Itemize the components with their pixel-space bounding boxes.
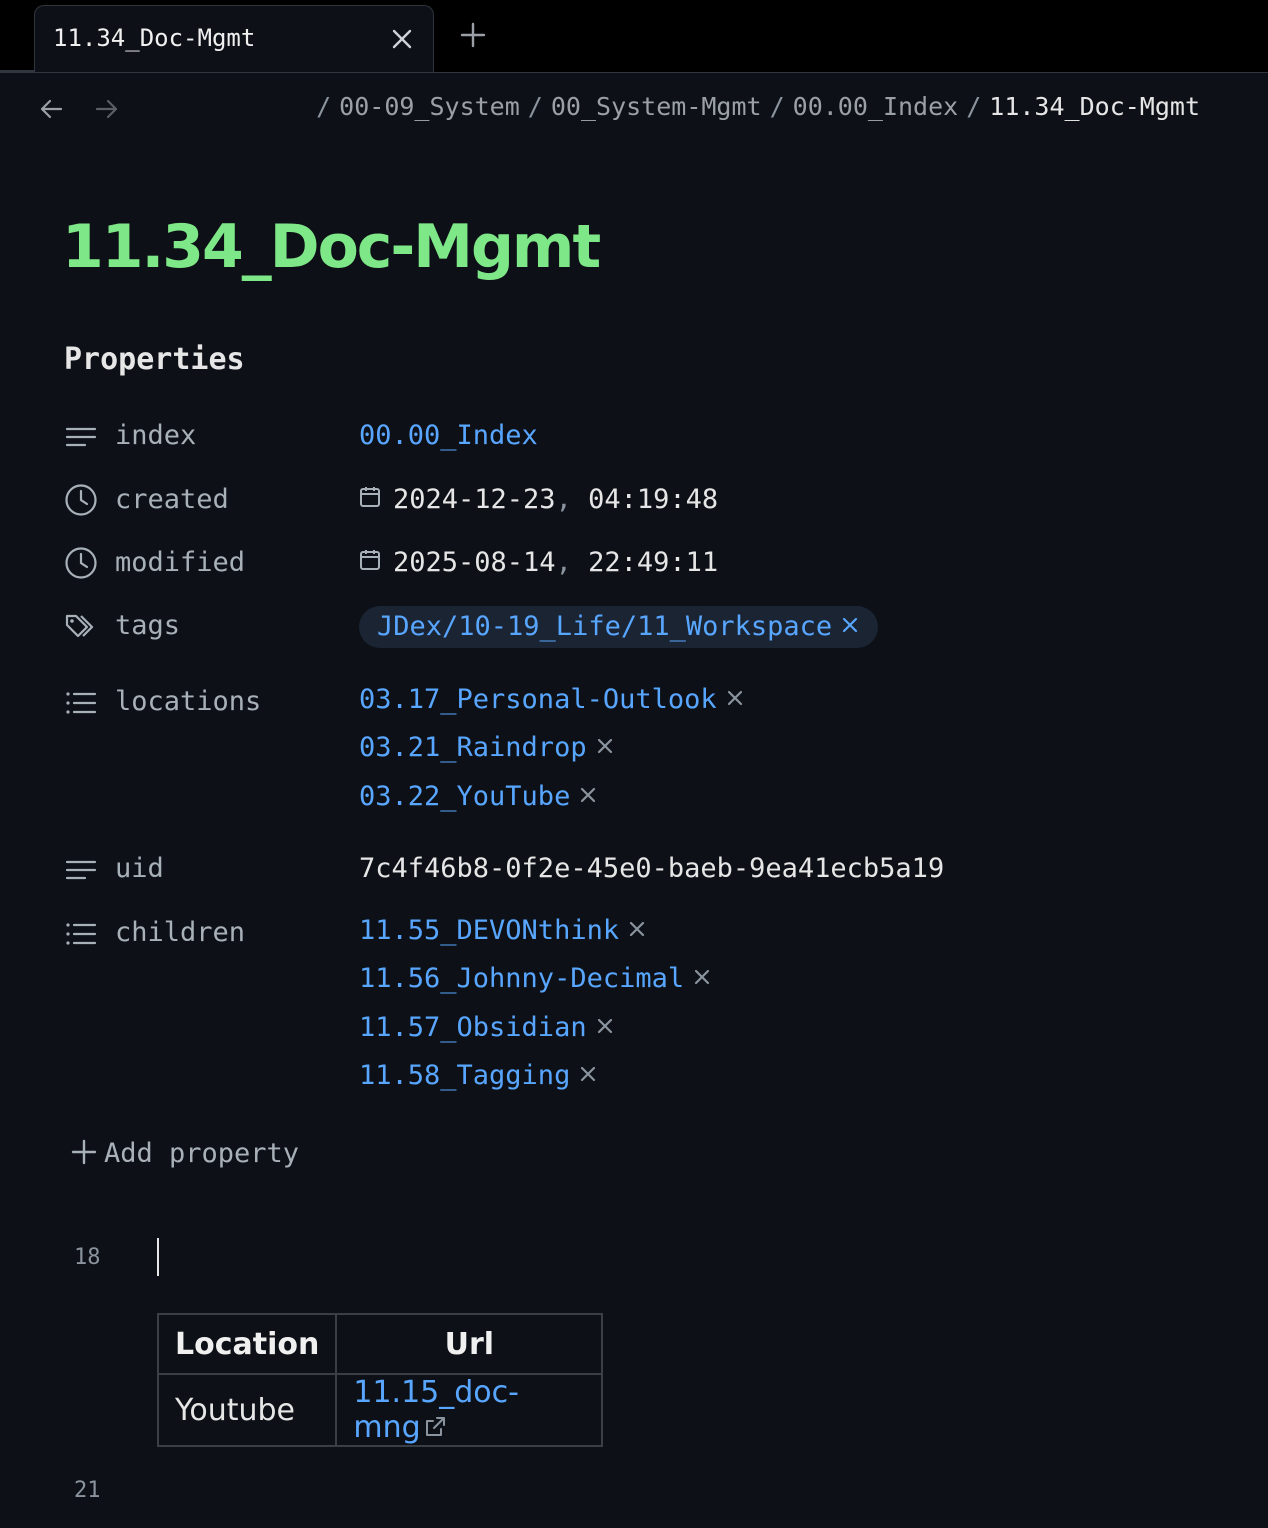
location-link[interactable]: 03.21_Raindrop — [359, 732, 587, 763]
close-icon[interactable] — [578, 1064, 598, 1084]
close-icon[interactable] — [578, 785, 598, 805]
arrow-left-icon[interactable] — [38, 96, 64, 122]
created-date: 2024-12-23 — [393, 484, 556, 515]
child-link[interactable]: 11.58_Tagging — [359, 1060, 570, 1091]
modified-date: 2025-08-14 — [393, 547, 556, 578]
child-item[interactable]: 11.57_Obsidian — [359, 1012, 615, 1043]
breadcrumb-separator: / — [769, 92, 785, 121]
location-item[interactable]: 03.22_YouTube — [359, 781, 598, 812]
text-cursor — [157, 1238, 159, 1276]
calendar-icon — [360, 486, 380, 507]
close-icon[interactable] — [595, 1016, 615, 1036]
line-number: 21 — [74, 1478, 101, 1503]
close-icon[interactable] — [725, 688, 745, 708]
child-link[interactable]: 11.56_Johnny-Decimal — [359, 963, 684, 994]
tab-bar-edge — [0, 70, 35, 72]
breadcrumb-separator: / — [527, 92, 543, 121]
property-key-index[interactable]: index — [115, 420, 196, 451]
table-header-row: Location Url — [156, 1313, 604, 1375]
table-cell-url[interactable]: 11.15_doc-mng — [335, 1373, 604, 1447]
property-key-tags[interactable]: tags — [115, 610, 180, 641]
created-time: 04:19:48 — [588, 484, 719, 515]
close-icon[interactable] — [627, 919, 647, 939]
location-item[interactable]: 03.17_Personal-Outlook — [359, 684, 745, 715]
breadcrumb-separator: / — [966, 92, 982, 121]
close-icon[interactable] — [391, 28, 413, 50]
tab-title[interactable]: 11.34_Doc-Mgmt — [53, 24, 255, 52]
add-property-label: Add property — [104, 1138, 300, 1169]
markdown-table[interactable]: Location Url Youtube 11.15_doc-mng — [156, 1313, 604, 1447]
property-key-created[interactable]: created — [115, 484, 229, 515]
modified-time: 22:49:11 — [588, 547, 719, 578]
child-link[interactable]: 11.55_DEVONthink — [359, 915, 619, 946]
property-key-modified[interactable]: modified — [115, 547, 245, 578]
tag-pill[interactable]: JDex/10-19_Life/11_Workspace — [359, 606, 879, 648]
close-icon[interactable] — [840, 615, 860, 635]
table-row: Youtube 11.15_doc-mng — [156, 1373, 604, 1447]
child-item[interactable]: 11.55_DEVONthink — [359, 915, 647, 946]
active-tab[interactable]: 11.34_Doc-Mgmt — [34, 5, 434, 72]
text-lines-icon[interactable] — [64, 853, 98, 887]
property-value-uid[interactable]: 7c4f46b8-0f2e-45e0-baeb-9ea41ecb5a19 — [359, 853, 944, 884]
table-header-location[interactable]: Location — [156, 1313, 338, 1375]
location-link[interactable]: 03.17_Personal-Outlook — [359, 684, 717, 715]
child-link[interactable]: 11.57_Obsidian — [359, 1012, 587, 1043]
clock-icon[interactable] — [64, 483, 98, 517]
breadcrumb-current[interactable]: 11.34_Doc-Mgmt — [989, 92, 1200, 121]
tab-bar: 11.34_Doc-Mgmt — [0, 0, 1268, 73]
calendar-icon — [360, 549, 380, 570]
tag-icon[interactable] — [64, 610, 98, 644]
property-key-children[interactable]: children — [115, 917, 245, 948]
breadcrumb-separator: / — [316, 92, 332, 121]
property-value-index[interactable]: 00.00_Index — [359, 420, 538, 451]
clock-icon[interactable] — [64, 546, 98, 580]
property-key-uid[interactable]: uid — [115, 853, 164, 884]
child-item[interactable]: 11.58_Tagging — [359, 1060, 598, 1091]
property-value-modified[interactable]: 2025-08-14, 22:49:11 — [359, 547, 718, 578]
plus-icon[interactable] — [460, 22, 486, 48]
close-icon[interactable] — [692, 967, 712, 987]
property-key-locations[interactable]: locations — [115, 686, 261, 717]
page-title[interactable]: 11.34_Doc-Mgmt — [62, 212, 601, 282]
breadcrumb-item[interactable]: 00-09_System — [339, 92, 520, 121]
table-header-url[interactable]: Url — [335, 1313, 604, 1375]
external-link-icon[interactable] — [423, 1415, 447, 1439]
tag-label[interactable]: JDex/10-19_Life/11_Workspace — [377, 611, 832, 642]
text-lines-icon[interactable] — [64, 420, 98, 454]
date-time-separator: , — [555, 484, 589, 515]
property-value-created[interactable]: 2024-12-23, 04:19:48 — [359, 484, 718, 515]
date-time-separator: , — [555, 547, 589, 578]
add-property-button[interactable]: Add property — [70, 1138, 299, 1169]
table-cell-location[interactable]: Youtube — [156, 1373, 338, 1447]
child-item[interactable]: 11.56_Johnny-Decimal — [359, 963, 712, 994]
plus-icon — [71, 1139, 97, 1164]
breadcrumb-item[interactable]: 00.00_Index — [793, 92, 959, 121]
properties-heading[interactable]: Properties — [64, 342, 245, 377]
breadcrumb-item[interactable]: 00_System-Mgmt — [551, 92, 762, 121]
list-icon[interactable] — [64, 917, 98, 951]
location-item[interactable]: 03.21_Raindrop — [359, 732, 615, 763]
list-icon[interactable] — [64, 686, 98, 720]
arrow-right-icon[interactable] — [94, 96, 120, 122]
breadcrumb: /00-09_System/00_System-Mgmt/00.00_Index… — [308, 92, 1200, 121]
close-icon[interactable] — [595, 736, 615, 756]
location-link[interactable]: 03.22_YouTube — [359, 781, 570, 812]
line-number: 18 — [74, 1245, 101, 1270]
